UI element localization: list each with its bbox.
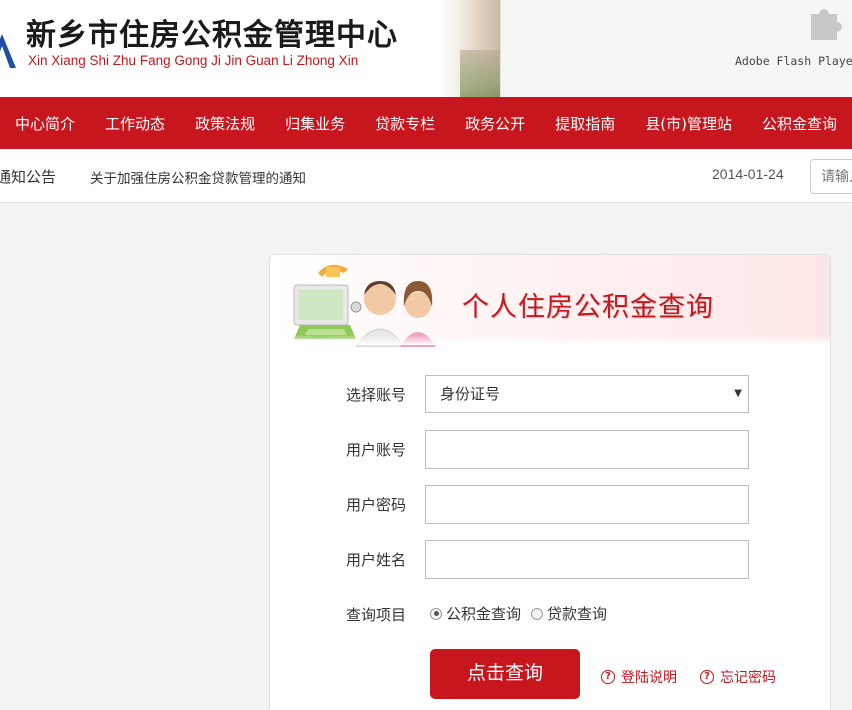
notice-date: 2014-01-24 bbox=[712, 166, 784, 182]
logo-icon bbox=[0, 34, 16, 68]
search-input[interactable] bbox=[810, 159, 852, 194]
puzzle-plugin-icon bbox=[811, 9, 842, 40]
chevron-down-icon: ▼ bbox=[734, 388, 742, 399]
notice-heading: 通知公告 bbox=[0, 168, 57, 186]
login-help-link[interactable]: ? 登陆说明 bbox=[601, 667, 677, 687]
account-input[interactable] bbox=[425, 430, 749, 469]
people-computer-illustration-icon bbox=[293, 264, 436, 347]
query-item-label: 查询项目 bbox=[346, 606, 407, 624]
nav-item-collection[interactable]: 归集业务 bbox=[270, 113, 360, 134]
notice-bar: 通知公告 关于加强住房公积金贷款管理的通知 2014-01-24 bbox=[0, 149, 852, 203]
account-label: 用户账号 bbox=[346, 441, 407, 459]
radio-loan-query[interactable] bbox=[531, 607, 544, 620]
site-title: 新乡市住房公积金管理中心 bbox=[26, 18, 398, 53]
forgot-password-label: 忘记密码 bbox=[720, 670, 776, 686]
radio-fund-query-label[interactable]: 公积金查询 bbox=[446, 603, 521, 624]
account-type-value: 身份证号 bbox=[440, 385, 501, 403]
nav-item-withdrawal[interactable]: 提取指南 bbox=[540, 113, 630, 134]
site-header: 新乡市住房公积金管理中心 Xin Xiang Shi Zhu Fang Gong… bbox=[0, 0, 852, 97]
name-label: 用户姓名 bbox=[346, 551, 407, 569]
nav-item-loans[interactable]: 贷款专栏 bbox=[360, 113, 450, 134]
forgot-password-link[interactable]: ? 忘记密码 bbox=[700, 667, 776, 687]
nav-item-public-affairs[interactable]: 政务公开 bbox=[450, 113, 540, 134]
radio-fund-query[interactable] bbox=[430, 607, 442, 620]
question-circle-icon: ? bbox=[700, 670, 714, 684]
password-input[interactable] bbox=[425, 485, 749, 524]
nav-item-county-stations[interactable]: 县(市)管理站 bbox=[630, 113, 747, 134]
account-type-select[interactable]: 身份证号 ▼ bbox=[425, 375, 749, 413]
panel-header: 个人住房公积金查询 bbox=[270, 255, 830, 347]
header-photo bbox=[440, 0, 500, 97]
nav-item-news[interactable]: 工作动态 bbox=[90, 113, 180, 134]
flash-placeholder[interactable]: Adobe Flash Player bbox=[500, 0, 852, 97]
panel-title: 个人住房公积金查询 bbox=[462, 292, 714, 323]
query-panel: 个人住房公积金查询 选择账号 身份证号 ▼ 用户账号 用户密码 用户姓名 查询项… bbox=[269, 254, 831, 710]
radio-loan-query-label[interactable]: 贷款查询 bbox=[547, 603, 607, 624]
query-item-radio-group: 公积金查询 贷款查询 bbox=[430, 603, 617, 624]
site-title-pinyin: Xin Xiang Shi Zhu Fang Gong Ji Jin Guan … bbox=[28, 53, 359, 68]
login-help-label: 登陆说明 bbox=[621, 670, 677, 686]
question-circle-icon: ? bbox=[601, 670, 615, 684]
nav-item-about[interactable]: 中心简介 bbox=[0, 113, 90, 134]
nav-item-fund-query[interactable]: 公积金查询 bbox=[747, 113, 852, 134]
submit-query-button[interactable]: 点击查询 bbox=[430, 649, 580, 699]
main-nav: 中心简介 工作动态 政策法规 归集业务 贷款专栏 政务公开 提取指南 县(市)管… bbox=[0, 97, 852, 149]
nav-item-policy[interactable]: 政策法规 bbox=[180, 113, 270, 134]
flash-player-label: Adobe Flash Player bbox=[735, 54, 852, 68]
account-type-label: 选择账号 bbox=[346, 386, 407, 404]
password-label: 用户密码 bbox=[346, 496, 407, 514]
name-input[interactable] bbox=[425, 540, 749, 579]
notice-link[interactable]: 关于加强住房公积金贷款管理的通知 bbox=[90, 167, 306, 187]
